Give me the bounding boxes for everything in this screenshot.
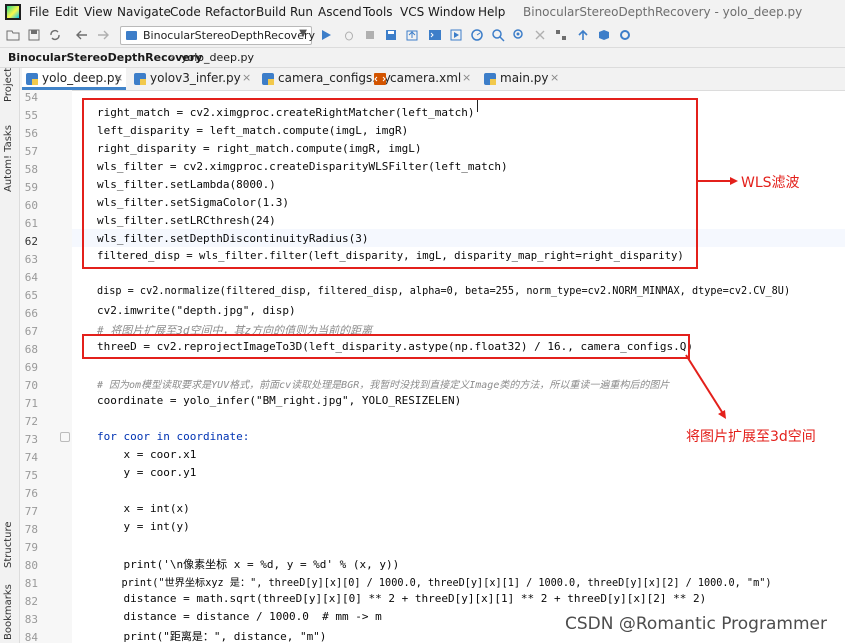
wls-annotation: WLS滤波 xyxy=(741,175,800,191)
arrow-right-icon xyxy=(696,177,738,185)
watermark: CSDN @Romantic Programmer xyxy=(565,614,827,634)
annotation-arrows xyxy=(685,177,738,419)
reproject-annotation: 将图片扩展至3d空间 xyxy=(686,429,816,445)
arrow-down-right-icon xyxy=(685,354,726,419)
